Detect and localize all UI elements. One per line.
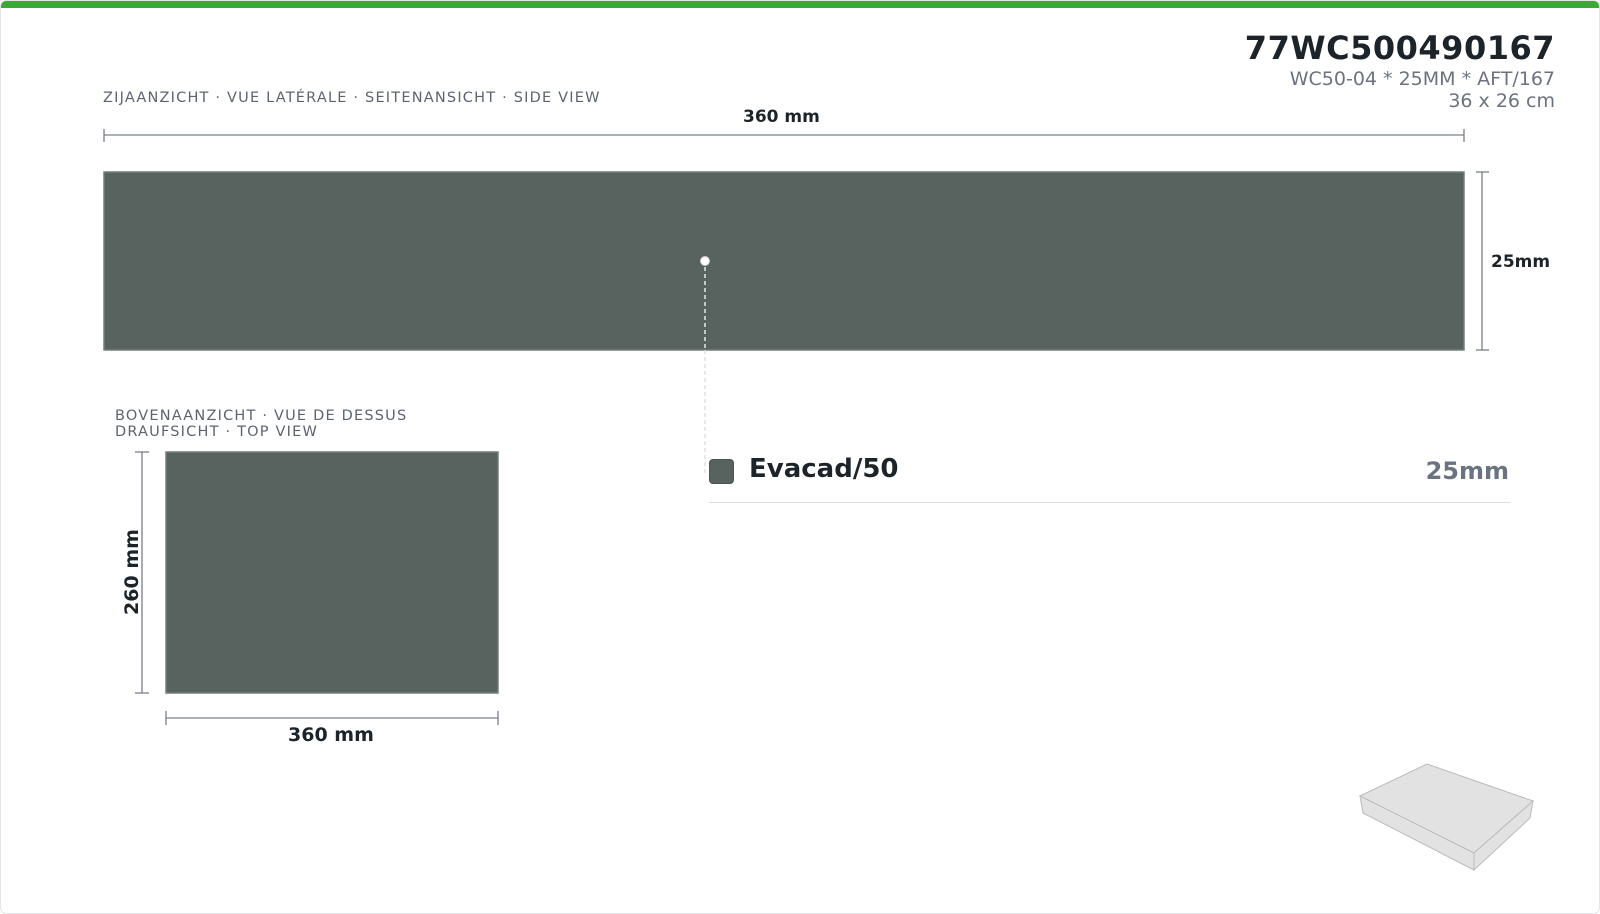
legend-color-swatch — [709, 459, 734, 484]
top-view-title-line2: DRAUFSICHT · TOP VIEW — [115, 424, 318, 440]
legend-divider — [709, 502, 1510, 503]
legend-material-thickness: 25mm — [1425, 457, 1509, 485]
leader-marker — [700, 256, 710, 266]
side-view-height-dimension — [1476, 171, 1489, 351]
top-view-width-label: 360 mm — [288, 724, 374, 746]
top-view-width-dimension — [165, 711, 499, 725]
side-view-panel — [103, 171, 1465, 351]
side-view-width-label: 360 mm — [743, 107, 820, 127]
top-view-title: BOVENAANZICHT · VUE DE DESSUS DRAUFSICHT… — [115, 408, 407, 440]
top-view-height-label: 260 mm — [121, 529, 143, 615]
top-view-panel — [165, 451, 499, 694]
isometric-box-icon — [1358, 763, 1534, 872]
side-view-height-label: 25mm — [1491, 252, 1551, 272]
side-view-width-dimension — [103, 129, 1465, 142]
legend-material-name: Evacad/50 — [749, 454, 899, 484]
top-view-title-line1: BOVENAANZICHT · VUE DE DESSUS — [115, 408, 408, 424]
drawing-sheet: 77WC500490167 WC50-04 * 25MM * AFT/167 3… — [0, 0, 1600, 914]
